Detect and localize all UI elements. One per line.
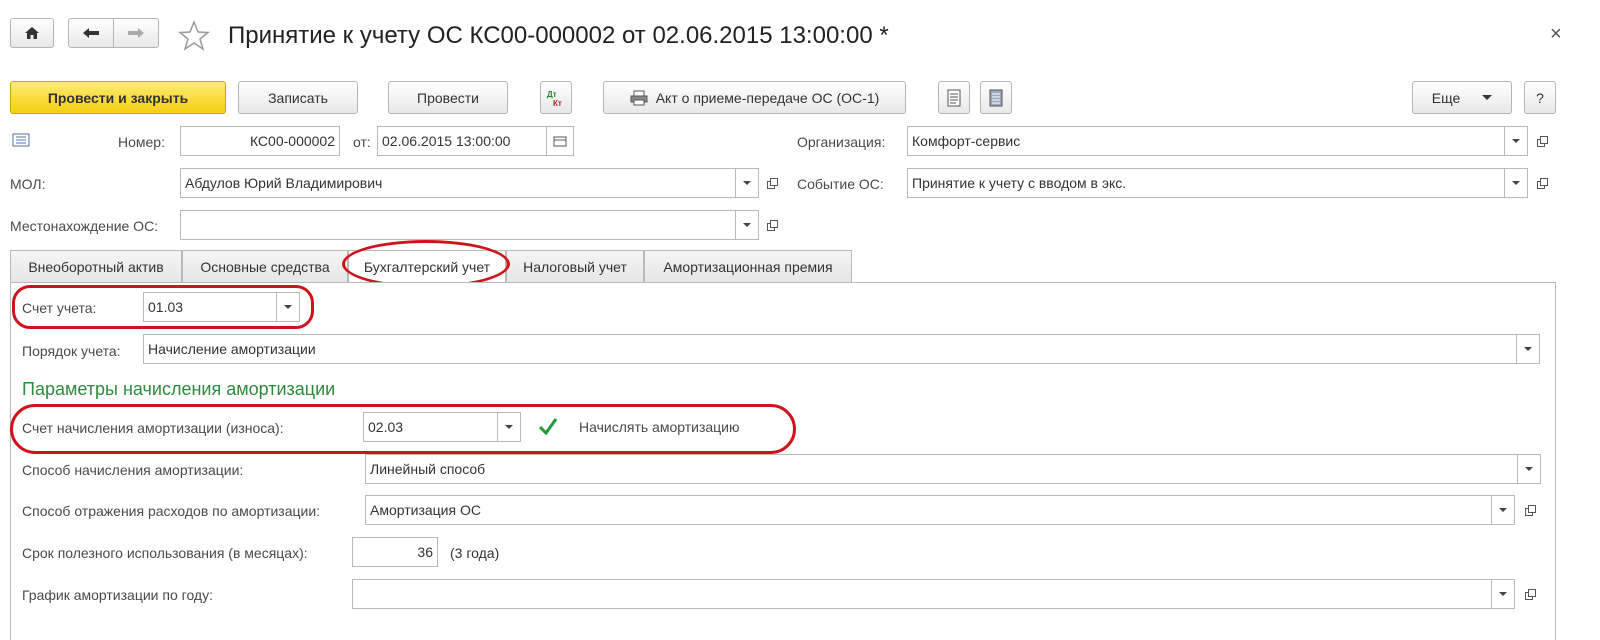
act-print-button[interactable]: Акт о приеме-передаче ОС (ОС-1) bbox=[603, 81, 906, 114]
tab-depreciation-bonus[interactable]: Амортизационная премия bbox=[644, 250, 852, 282]
document-icon bbox=[947, 89, 961, 106]
expense-field[interactable]: Амортизация ОС bbox=[365, 495, 1492, 525]
journal-button[interactable] bbox=[980, 81, 1012, 114]
close-icon[interactable]: × bbox=[1550, 24, 1562, 44]
mol-label: МОЛ: bbox=[10, 176, 46, 192]
location-dropdown[interactable] bbox=[735, 210, 759, 240]
organization-label: Организация: bbox=[797, 134, 886, 150]
tab-accounting[interactable]: Бухгалтерский учет bbox=[348, 250, 506, 283]
save-button[interactable]: Записать bbox=[238, 81, 358, 114]
term-field[interactable]: 36 bbox=[352, 537, 438, 567]
help-button[interactable]: ? bbox=[1524, 81, 1556, 114]
term-label: Срок полезного использования (в месяцах)… bbox=[22, 545, 308, 561]
date-label: от: bbox=[353, 134, 371, 150]
order-dropdown[interactable] bbox=[1516, 334, 1540, 364]
section-title: Параметры начисления амортизации bbox=[22, 379, 336, 399]
post-button[interactable]: Провести bbox=[388, 81, 508, 114]
location-label: Местонахождение ОС: bbox=[10, 218, 159, 234]
back-button[interactable] bbox=[68, 18, 114, 48]
schedule-field[interactable] bbox=[352, 579, 1492, 609]
dt-kt-icon: Дт Кт bbox=[547, 90, 562, 108]
method-label: Способ начисления амортизации: bbox=[22, 462, 244, 478]
term-note: (3 года) bbox=[450, 545, 500, 561]
svg-text:Дт: Дт bbox=[547, 90, 557, 99]
printer-icon bbox=[630, 90, 648, 105]
arrow-right-icon bbox=[128, 28, 144, 38]
organization-dropdown[interactable] bbox=[1504, 126, 1528, 156]
home-icon bbox=[25, 27, 39, 39]
depr-account-dropdown[interactable] bbox=[497, 412, 521, 442]
depr-account-field[interactable]: 02.03 bbox=[363, 412, 498, 442]
order-label: Порядок учета: bbox=[22, 343, 121, 359]
number-label: Номер: bbox=[118, 134, 165, 150]
event-dropdown[interactable] bbox=[1504, 168, 1528, 198]
svg-text:Кт: Кт bbox=[553, 99, 562, 108]
calendar-button[interactable] bbox=[546, 126, 574, 156]
depr-account-label: Счет начисления амортизации (износа): bbox=[22, 420, 284, 436]
event-open-icon[interactable] bbox=[1532, 173, 1552, 193]
accrue-checkbox[interactable] bbox=[537, 416, 558, 436]
favorite-star-icon[interactable] bbox=[178, 19, 210, 52]
number-field[interactable]: КС00-000002 bbox=[180, 126, 340, 156]
expense-open-icon[interactable] bbox=[1520, 500, 1540, 520]
schedule-open-icon[interactable] bbox=[1520, 584, 1540, 604]
home-button[interactable] bbox=[10, 18, 54, 48]
organization-field[interactable]: Комфорт-сервис bbox=[907, 126, 1505, 156]
accrue-checkbox-label: Начислять амортизацию bbox=[579, 419, 740, 435]
schedule-label: График амортизации по году: bbox=[22, 587, 213, 603]
tab-noncurrent-asset[interactable]: Внеоборотный актив bbox=[10, 250, 182, 282]
organization-open-icon[interactable] bbox=[1532, 131, 1552, 151]
more-button[interactable]: Еще bbox=[1412, 81, 1512, 114]
post-and-close-button[interactable]: Провести и закрыть bbox=[10, 81, 226, 114]
location-open-icon[interactable] bbox=[762, 215, 782, 235]
document-icon-small bbox=[12, 133, 30, 150]
mol-dropdown[interactable] bbox=[735, 168, 759, 198]
document-button[interactable] bbox=[938, 81, 970, 114]
account-label: Счет учета: bbox=[22, 300, 97, 316]
event-field[interactable]: Принятие к учету с вводом в экс. bbox=[907, 168, 1505, 198]
date-field[interactable]: 02.06.2015 13:00:00 bbox=[377, 126, 547, 156]
event-label: Событие ОС: bbox=[797, 176, 884, 192]
method-field[interactable]: Линейный способ bbox=[365, 454, 1518, 484]
act-print-label: Акт о приеме-передаче ОС (ОС-1) bbox=[655, 89, 880, 106]
chevron-down-icon bbox=[1482, 95, 1493, 100]
method-dropdown[interactable] bbox=[1517, 454, 1541, 484]
expense-label: Способ отражения расходов по амортизации… bbox=[22, 503, 321, 519]
arrow-left-icon bbox=[83, 28, 99, 38]
list-icon bbox=[989, 89, 1003, 106]
expense-dropdown[interactable] bbox=[1491, 495, 1515, 525]
dt-kt-button[interactable]: Дт Кт bbox=[540, 81, 572, 114]
schedule-dropdown[interactable] bbox=[1491, 579, 1515, 609]
mol-field[interactable]: Абдулов Юрий Владимирович bbox=[180, 168, 736, 198]
location-field[interactable] bbox=[180, 210, 736, 240]
forward-button[interactable] bbox=[113, 18, 159, 48]
account-dropdown[interactable] bbox=[276, 292, 300, 322]
account-field[interactable]: 01.03 bbox=[143, 292, 277, 322]
mol-open-icon[interactable] bbox=[762, 173, 782, 193]
tab-fixed-assets[interactable]: Основные средства bbox=[182, 250, 348, 282]
page-title: Принятие к учету ОС КС00-000002 от 02.06… bbox=[228, 22, 889, 49]
tab-tax-accounting[interactable]: Налоговый учет bbox=[506, 250, 644, 282]
calendar-icon bbox=[553, 136, 567, 147]
order-field[interactable]: Начисление амортизации bbox=[143, 334, 1517, 364]
checkmark-icon bbox=[538, 418, 558, 436]
more-label: Еще bbox=[1431, 89, 1461, 106]
